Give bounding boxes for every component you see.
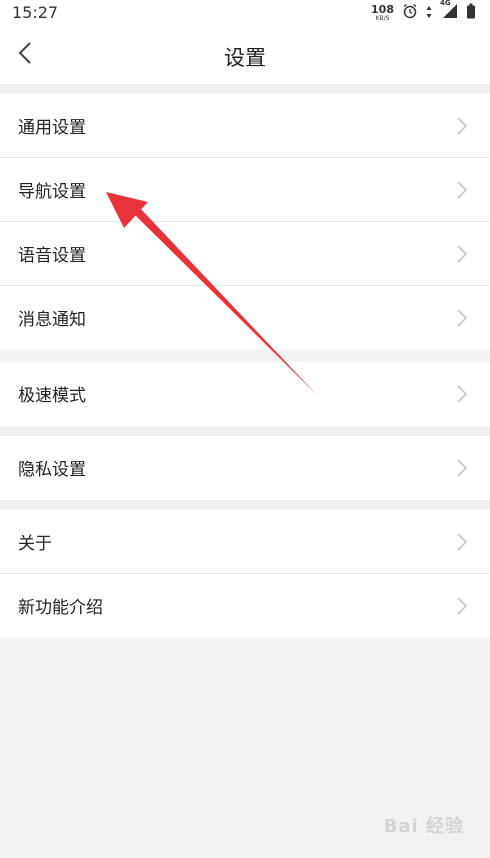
network-type-label: 4G [440,0,451,7]
setting-row-label: 极速模式 [18,386,86,406]
network-speed-unit: KB/S [375,15,390,22]
setting-row-label: 新功能介绍 [18,598,103,618]
page-title: 设置 [224,46,266,70]
chevron-right-icon [457,385,468,403]
setting-row-privacy[interactable]: 隐私设置 [0,436,490,500]
chevron-right-icon [457,117,468,135]
header-bar: 设置 [0,26,490,84]
setting-row-general[interactable]: 通用设置 [0,94,490,158]
chevron-right-icon [457,245,468,263]
status-time: 15:27 [12,3,59,22]
settings-group-privacy: 隐私设置 [0,436,490,500]
setting-row-voice[interactable]: 语音设置 [0,222,490,286]
baidu-watermark: Bai 经验 [383,816,464,837]
settings-group-speed: 极速模式 [0,362,490,426]
status-icons: 108 KB/S 4G [371,0,476,23]
setting-row-label: 隐私设置 [18,460,86,480]
data-arrows-icon [426,4,432,23]
chevron-right-icon [457,181,468,199]
network-speed-value: 108 [371,3,394,16]
battery-icon [466,3,476,23]
setting-row-label: 语音设置 [18,246,86,266]
setting-row-about[interactable]: 关于 [0,510,490,574]
status-bar: 15:27 108 KB/S 4G [0,0,490,26]
setting-row-label: 导航设置 [18,182,86,202]
network-speed: 108 KB/S [371,4,394,22]
setting-row-label: 通用设置 [18,118,86,138]
setting-row-navigation[interactable]: 导航设置 [0,158,490,222]
chevron-right-icon [457,533,468,551]
settings-group-main: 通用设置 导航设置 语音设置 消息通知 [0,94,490,350]
setting-row-fast-mode[interactable]: 极速模式 [0,362,490,426]
chevron-right-icon [457,309,468,327]
alarm-icon [402,3,418,23]
setting-row-notifications[interactable]: 消息通知 [0,286,490,350]
signal-icon: 4G [440,0,458,23]
setting-row-label: 消息通知 [18,310,86,330]
chevron-right-icon [457,459,468,477]
settings-group-about: 关于 新功能介绍 [0,510,490,638]
setting-row-whats-new[interactable]: 新功能介绍 [0,574,490,638]
chevron-right-icon [457,597,468,615]
setting-row-label: 关于 [18,534,52,554]
